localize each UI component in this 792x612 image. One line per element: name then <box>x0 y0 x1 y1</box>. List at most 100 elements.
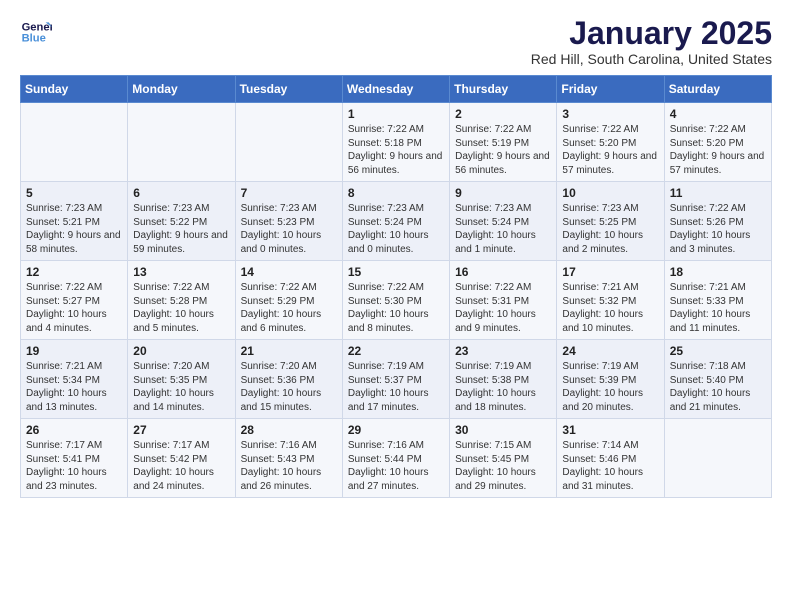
day-number: 17 <box>562 265 658 279</box>
day-number: 24 <box>562 344 658 358</box>
calendar-cell: 10 Sunrise: 7:23 AM Sunset: 5:25 PM Dayli… <box>557 182 664 261</box>
day-info: Sunrise: 7:23 AM Sunset: 5:23 PM Dayligh… <box>241 202 337 256</box>
day-number: 19 <box>26 344 122 358</box>
calendar-cell: 9 Sunrise: 7:23 AM Sunset: 5:24 PM Daylig… <box>450 182 557 261</box>
day-number: 10 <box>562 186 658 200</box>
calendar-cell: 13 Sunrise: 7:22 AM Sunset: 5:28 PM Dayli… <box>128 261 235 340</box>
weekday-header-sunday: Sunday <box>21 76 128 103</box>
day-info: Sunrise: 7:22 AM Sunset: 5:30 PM Dayligh… <box>348 281 444 335</box>
calendar-cell: 3Sunrise: 7:22 AM Sunset: 5:20 PM Daylig… <box>557 103 664 182</box>
calendar-cell: 25 Sunrise: 7:18 AM Sunset: 5:40 PM Dayli… <box>664 340 771 419</box>
calendar-cell: 4Sunrise: 7:22 AM Sunset: 5:20 PM Daylig… <box>664 103 771 182</box>
day-info: Sunrise: 7:20 AM Sunset: 5:35 PM Dayligh… <box>133 360 229 414</box>
day-info: Sunrise: 7:22 AM Sunset: 5:18 PM Dayligh… <box>348 123 444 177</box>
calendar-cell: 27 Sunrise: 7:17 AM Sunset: 5:42 PM Dayli… <box>128 419 235 498</box>
calendar-header-row: SundayMondayTuesdayWednesdayThursdayFrid… <box>21 76 772 103</box>
day-info: Sunrise: 7:15 AM Sunset: 5:45 PM Dayligh… <box>455 439 551 493</box>
day-number: 18 <box>670 265 766 279</box>
calendar-cell: 11Sunrise: 7:22 AM Sunset: 5:26 PM Dayli… <box>664 182 771 261</box>
day-info: Sunrise: 7:16 AM Sunset: 5:44 PM Dayligh… <box>348 439 444 493</box>
day-info: Sunrise: 7:18 AM Sunset: 5:40 PM Dayligh… <box>670 360 766 414</box>
weekday-header-friday: Friday <box>557 76 664 103</box>
weekday-header-tuesday: Tuesday <box>235 76 342 103</box>
day-number: 12 <box>26 265 122 279</box>
calendar-cell: 23 Sunrise: 7:19 AM Sunset: 5:38 PM Dayli… <box>450 340 557 419</box>
day-number: 9 <box>455 186 551 200</box>
day-info: Sunrise: 7:21 AM Sunset: 5:32 PM Dayligh… <box>562 281 658 335</box>
day-number: 8 <box>348 186 444 200</box>
day-number: 15 <box>348 265 444 279</box>
calendar-cell: 12 Sunrise: 7:22 AM Sunset: 5:27 PM Dayli… <box>21 261 128 340</box>
day-number: 6 <box>133 186 229 200</box>
day-number: 23 <box>455 344 551 358</box>
calendar-cell: 15 Sunrise: 7:22 AM Sunset: 5:30 PM Dayli… <box>342 261 449 340</box>
day-number: 20 <box>133 344 229 358</box>
calendar-cell: 6 Sunrise: 7:23 AM Sunset: 5:22 PM Daylig… <box>128 182 235 261</box>
calendar-week-2: 5 Sunrise: 7:23 AM Sunset: 5:21 PM Daylig… <box>21 182 772 261</box>
calendar-cell <box>21 103 128 182</box>
day-number: 27 <box>133 423 229 437</box>
calendar-cell: 2Sunrise: 7:22 AM Sunset: 5:19 PM Daylig… <box>450 103 557 182</box>
day-number: 13 <box>133 265 229 279</box>
calendar-cell: 8 Sunrise: 7:23 AM Sunset: 5:24 PM Daylig… <box>342 182 449 261</box>
day-info: Sunrise: 7:17 AM Sunset: 5:41 PM Dayligh… <box>26 439 122 493</box>
title-block: January 2025 Red Hill, South Carolina, U… <box>531 16 772 67</box>
day-info: Sunrise: 7:19 AM Sunset: 5:37 PM Dayligh… <box>348 360 444 414</box>
calendar-cell: 16 Sunrise: 7:22 AM Sunset: 5:31 PM Dayli… <box>450 261 557 340</box>
weekday-header-monday: Monday <box>128 76 235 103</box>
day-number: 16 <box>455 265 551 279</box>
day-number: 5 <box>26 186 122 200</box>
calendar-cell: 28 Sunrise: 7:16 AM Sunset: 5:43 PM Dayli… <box>235 419 342 498</box>
weekday-header-saturday: Saturday <box>664 76 771 103</box>
page-title: January 2025 <box>531 16 772 51</box>
day-number: 22 <box>348 344 444 358</box>
day-info: Sunrise: 7:17 AM Sunset: 5:42 PM Dayligh… <box>133 439 229 493</box>
calendar-cell: 7 Sunrise: 7:23 AM Sunset: 5:23 PM Daylig… <box>235 182 342 261</box>
calendar-cell <box>664 419 771 498</box>
day-info: Sunrise: 7:19 AM Sunset: 5:39 PM Dayligh… <box>562 360 658 414</box>
day-number: 2 <box>455 107 551 121</box>
calendar-cell: 24 Sunrise: 7:19 AM Sunset: 5:39 PM Dayli… <box>557 340 664 419</box>
day-info: Sunrise: 7:22 AM Sunset: 5:28 PM Dayligh… <box>133 281 229 335</box>
calendar-cell: 30Sunrise: 7:15 AM Sunset: 5:45 PM Dayli… <box>450 419 557 498</box>
day-info: Sunrise: 7:22 AM Sunset: 5:26 PM Dayligh… <box>670 202 766 256</box>
day-number: 1 <box>348 107 444 121</box>
day-number: 21 <box>241 344 337 358</box>
calendar-cell: 21 Sunrise: 7:20 AM Sunset: 5:36 PM Dayli… <box>235 340 342 419</box>
calendar-cell: 5 Sunrise: 7:23 AM Sunset: 5:21 PM Daylig… <box>21 182 128 261</box>
day-number: 25 <box>670 344 766 358</box>
calendar-cell: 18Sunrise: 7:21 AM Sunset: 5:33 PM Dayli… <box>664 261 771 340</box>
day-number: 7 <box>241 186 337 200</box>
day-info: Sunrise: 7:22 AM Sunset: 5:31 PM Dayligh… <box>455 281 551 335</box>
day-info: Sunrise: 7:14 AM Sunset: 5:46 PM Dayligh… <box>562 439 658 493</box>
day-number: 3 <box>562 107 658 121</box>
logo-icon: General Blue <box>20 16 52 48</box>
day-info: Sunrise: 7:22 AM Sunset: 5:20 PM Dayligh… <box>670 123 766 177</box>
day-info: Sunrise: 7:23 AM Sunset: 5:24 PM Dayligh… <box>348 202 444 256</box>
calendar-cell: 1 Sunrise: 7:22 AM Sunset: 5:18 PM Daylig… <box>342 103 449 182</box>
day-info: Sunrise: 7:23 AM Sunset: 5:24 PM Dayligh… <box>455 202 551 256</box>
calendar-week-5: 26 Sunrise: 7:17 AM Sunset: 5:41 PM Dayli… <box>21 419 772 498</box>
weekday-header-wednesday: Wednesday <box>342 76 449 103</box>
calendar-cell <box>235 103 342 182</box>
main-container: General Blue January 2025 Red Hill, Sout… <box>0 0 792 508</box>
day-info: Sunrise: 7:22 AM Sunset: 5:27 PM Dayligh… <box>26 281 122 335</box>
calendar-cell: 20 Sunrise: 7:20 AM Sunset: 5:35 PM Dayli… <box>128 340 235 419</box>
day-info: Sunrise: 7:22 AM Sunset: 5:29 PM Dayligh… <box>241 281 337 335</box>
calendar-cell: 19Sunrise: 7:21 AM Sunset: 5:34 PM Dayli… <box>21 340 128 419</box>
weekday-header-thursday: Thursday <box>450 76 557 103</box>
calendar-cell: 17 Sunrise: 7:21 AM Sunset: 5:32 PM Dayli… <box>557 261 664 340</box>
day-number: 26 <box>26 423 122 437</box>
day-info: Sunrise: 7:23 AM Sunset: 5:25 PM Dayligh… <box>562 202 658 256</box>
day-info: Sunrise: 7:19 AM Sunset: 5:38 PM Dayligh… <box>455 360 551 414</box>
day-number: 28 <box>241 423 337 437</box>
calendar-cell <box>128 103 235 182</box>
day-number: 31 <box>562 423 658 437</box>
calendar-table: SundayMondayTuesdayWednesdayThursdayFrid… <box>20 75 772 498</box>
calendar-cell: 29Sunrise: 7:16 AM Sunset: 5:44 PM Dayli… <box>342 419 449 498</box>
day-info: Sunrise: 7:16 AM Sunset: 5:43 PM Dayligh… <box>241 439 337 493</box>
day-number: 14 <box>241 265 337 279</box>
day-info: Sunrise: 7:23 AM Sunset: 5:22 PM Dayligh… <box>133 202 229 256</box>
day-info: Sunrise: 7:20 AM Sunset: 5:36 PM Dayligh… <box>241 360 337 414</box>
day-info: Sunrise: 7:23 AM Sunset: 5:21 PM Dayligh… <box>26 202 122 256</box>
